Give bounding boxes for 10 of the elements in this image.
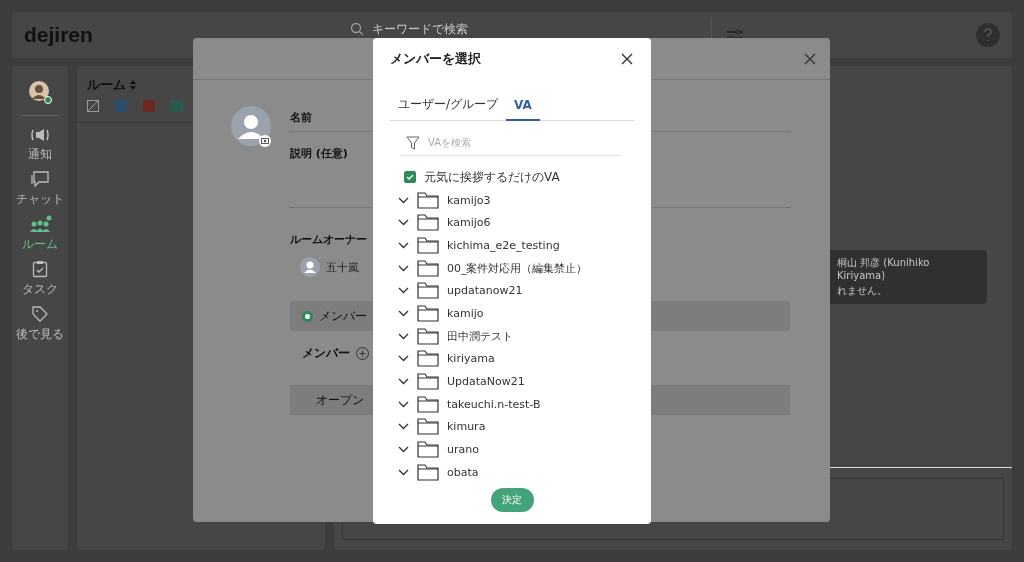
owner-name: 五十嵐 xyxy=(326,259,359,275)
dialog-title: メンバーを選択 xyxy=(390,50,481,68)
notice-toast: 桐山 邦彦 (Kunihiko Kiriyama) れません。 xyxy=(827,249,987,304)
radio-label: メンバー xyxy=(319,307,367,325)
field-label: 説明 (任意) xyxy=(290,147,348,160)
field-label: 名前 xyxy=(290,111,312,124)
open-label: オープン xyxy=(316,391,364,409)
owner-label: ルームオーナー xyxy=(290,233,367,246)
members-label: メンバー xyxy=(302,344,350,362)
checkbox-label: 元気に挨拶するだけのVA xyxy=(424,168,560,186)
